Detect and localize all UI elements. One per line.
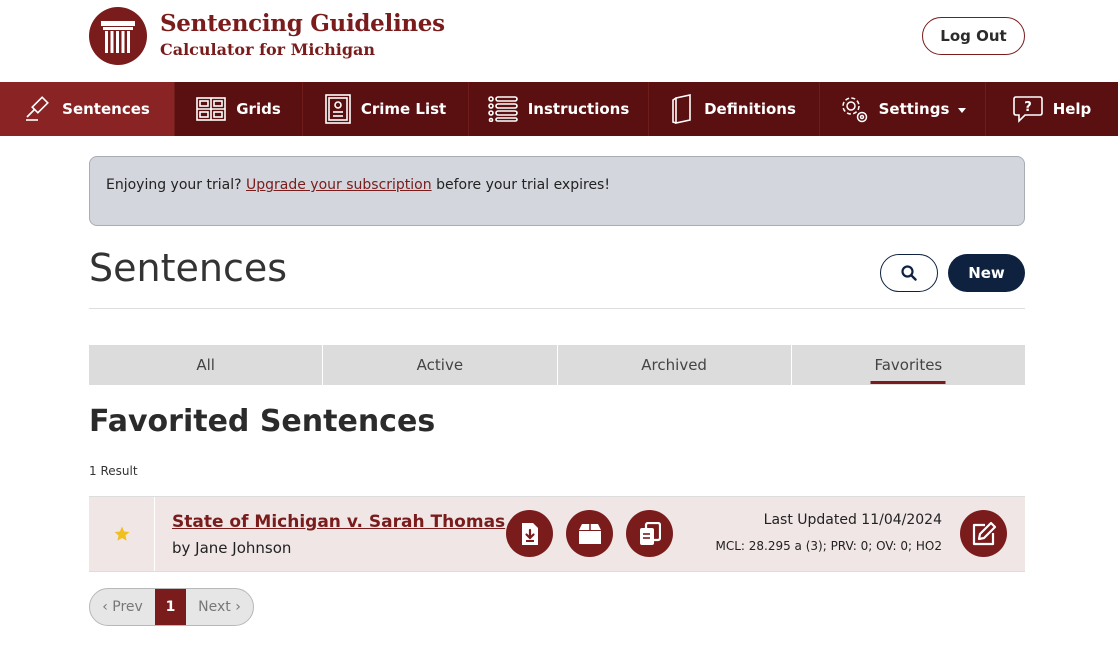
nav-grids-label: Grids: [236, 100, 281, 118]
result-count: 1 Result: [89, 464, 138, 478]
search-button[interactable]: [880, 254, 938, 292]
nav-sentences-label: Sentences: [62, 100, 150, 118]
divider: [89, 308, 1025, 309]
next-page-button[interactable]: Next ›: [186, 589, 253, 625]
section-title: Favorited Sentences: [89, 404, 436, 439]
nav-sentences[interactable]: Sentences: [0, 82, 175, 136]
search-icon: [901, 265, 917, 281]
archive-box-icon: [578, 523, 601, 544]
upgrade-subscription-link[interactable]: Upgrade your subscription: [246, 177, 432, 193]
prev-page-button[interactable]: ‹ Prev: [90, 589, 155, 625]
chevron-down-icon: [958, 107, 967, 113]
nav-instructions-label: Instructions: [527, 100, 630, 118]
tab-archived-label: Archived: [641, 356, 707, 374]
download-button[interactable]: [506, 510, 553, 557]
logo[interactable]: [89, 7, 147, 65]
edit-icon: [972, 521, 996, 545]
nav-help-label: Help: [1052, 100, 1092, 118]
copy-icon: [639, 521, 661, 545]
list-icon: [487, 96, 518, 122]
brand-title: Sentencing Guidelines: [160, 10, 445, 37]
trial-banner-prefix: Enjoying your trial?: [106, 177, 246, 193]
svg-text:?: ?: [1024, 100, 1032, 115]
duplicate-button[interactable]: [626, 510, 673, 557]
nav-definitions[interactable]: Definitions: [649, 82, 820, 136]
gavel-icon: [24, 96, 52, 122]
nav-help[interactable]: ? Help: [986, 82, 1118, 136]
document-list-icon: [325, 94, 351, 124]
filter-tabs: All Active Archived Favorites: [89, 345, 1025, 385]
tab-active-label: Active: [416, 356, 464, 374]
case-title-link[interactable]: State of Michigan v. Sarah Thomas: [172, 512, 505, 532]
courthouse-icon: [101, 21, 135, 53]
favorite-toggle[interactable]: [89, 497, 155, 571]
gear-icon: [839, 94, 869, 124]
app-header: Sentencing Guidelines Calculator for Mic…: [0, 0, 1118, 82]
nav-settings[interactable]: Settings: [820, 82, 986, 136]
file-download-icon: [521, 522, 538, 545]
tab-favorites[interactable]: Favorites: [792, 345, 1025, 385]
new-sentence-button[interactable]: New: [948, 254, 1025, 292]
tab-all-label: All: [196, 356, 215, 374]
table-row: State of Michigan v. Sarah Thomas by Jan…: [89, 496, 1025, 572]
archive-button[interactable]: [566, 510, 613, 557]
star-icon: [114, 526, 129, 541]
nav-crime-list-label: Crime List: [360, 100, 447, 118]
nav-definitions-label: Definitions: [704, 100, 796, 118]
last-updated: Last Updated 11/04/2024: [763, 512, 942, 528]
grid-icon: [196, 97, 227, 121]
main-nav: Sentences Grids Crime List Instructions …: [0, 82, 1118, 136]
logout-button[interactable]: Log Out: [922, 17, 1025, 55]
sentence-details: MCL: 28.295 a (3); PRV: 0; OV: 0; HO2: [715, 539, 942, 553]
nav-grids[interactable]: Grids: [175, 82, 303, 136]
tab-archived[interactable]: Archived: [558, 345, 792, 385]
trial-banner-suffix: before your trial expires!: [431, 177, 610, 193]
page-title: Sentences: [89, 246, 288, 290]
trial-banner: Enjoying your trial? Upgrade your subscr…: [89, 156, 1025, 226]
pagination: ‹ Prev 1 Next ›: [89, 588, 254, 626]
case-author: by Jane Johnson: [172, 539, 292, 557]
nav-settings-label: Settings: [878, 100, 950, 118]
edit-button[interactable]: [960, 510, 1007, 557]
nav-crime-list[interactable]: Crime List: [303, 82, 469, 136]
help-icon: ?: [1012, 95, 1043, 123]
tab-all[interactable]: All: [89, 345, 324, 385]
book-icon: [672, 94, 694, 124]
tab-favorites-label: Favorites: [874, 356, 943, 374]
brand-subtitle: Calculator for Michigan: [160, 40, 376, 59]
nav-instructions[interactable]: Instructions: [469, 82, 649, 136]
active-tab-indicator: [870, 381, 946, 384]
page-number-1[interactable]: 1: [155, 589, 186, 625]
tab-active[interactable]: Active: [323, 345, 558, 385]
